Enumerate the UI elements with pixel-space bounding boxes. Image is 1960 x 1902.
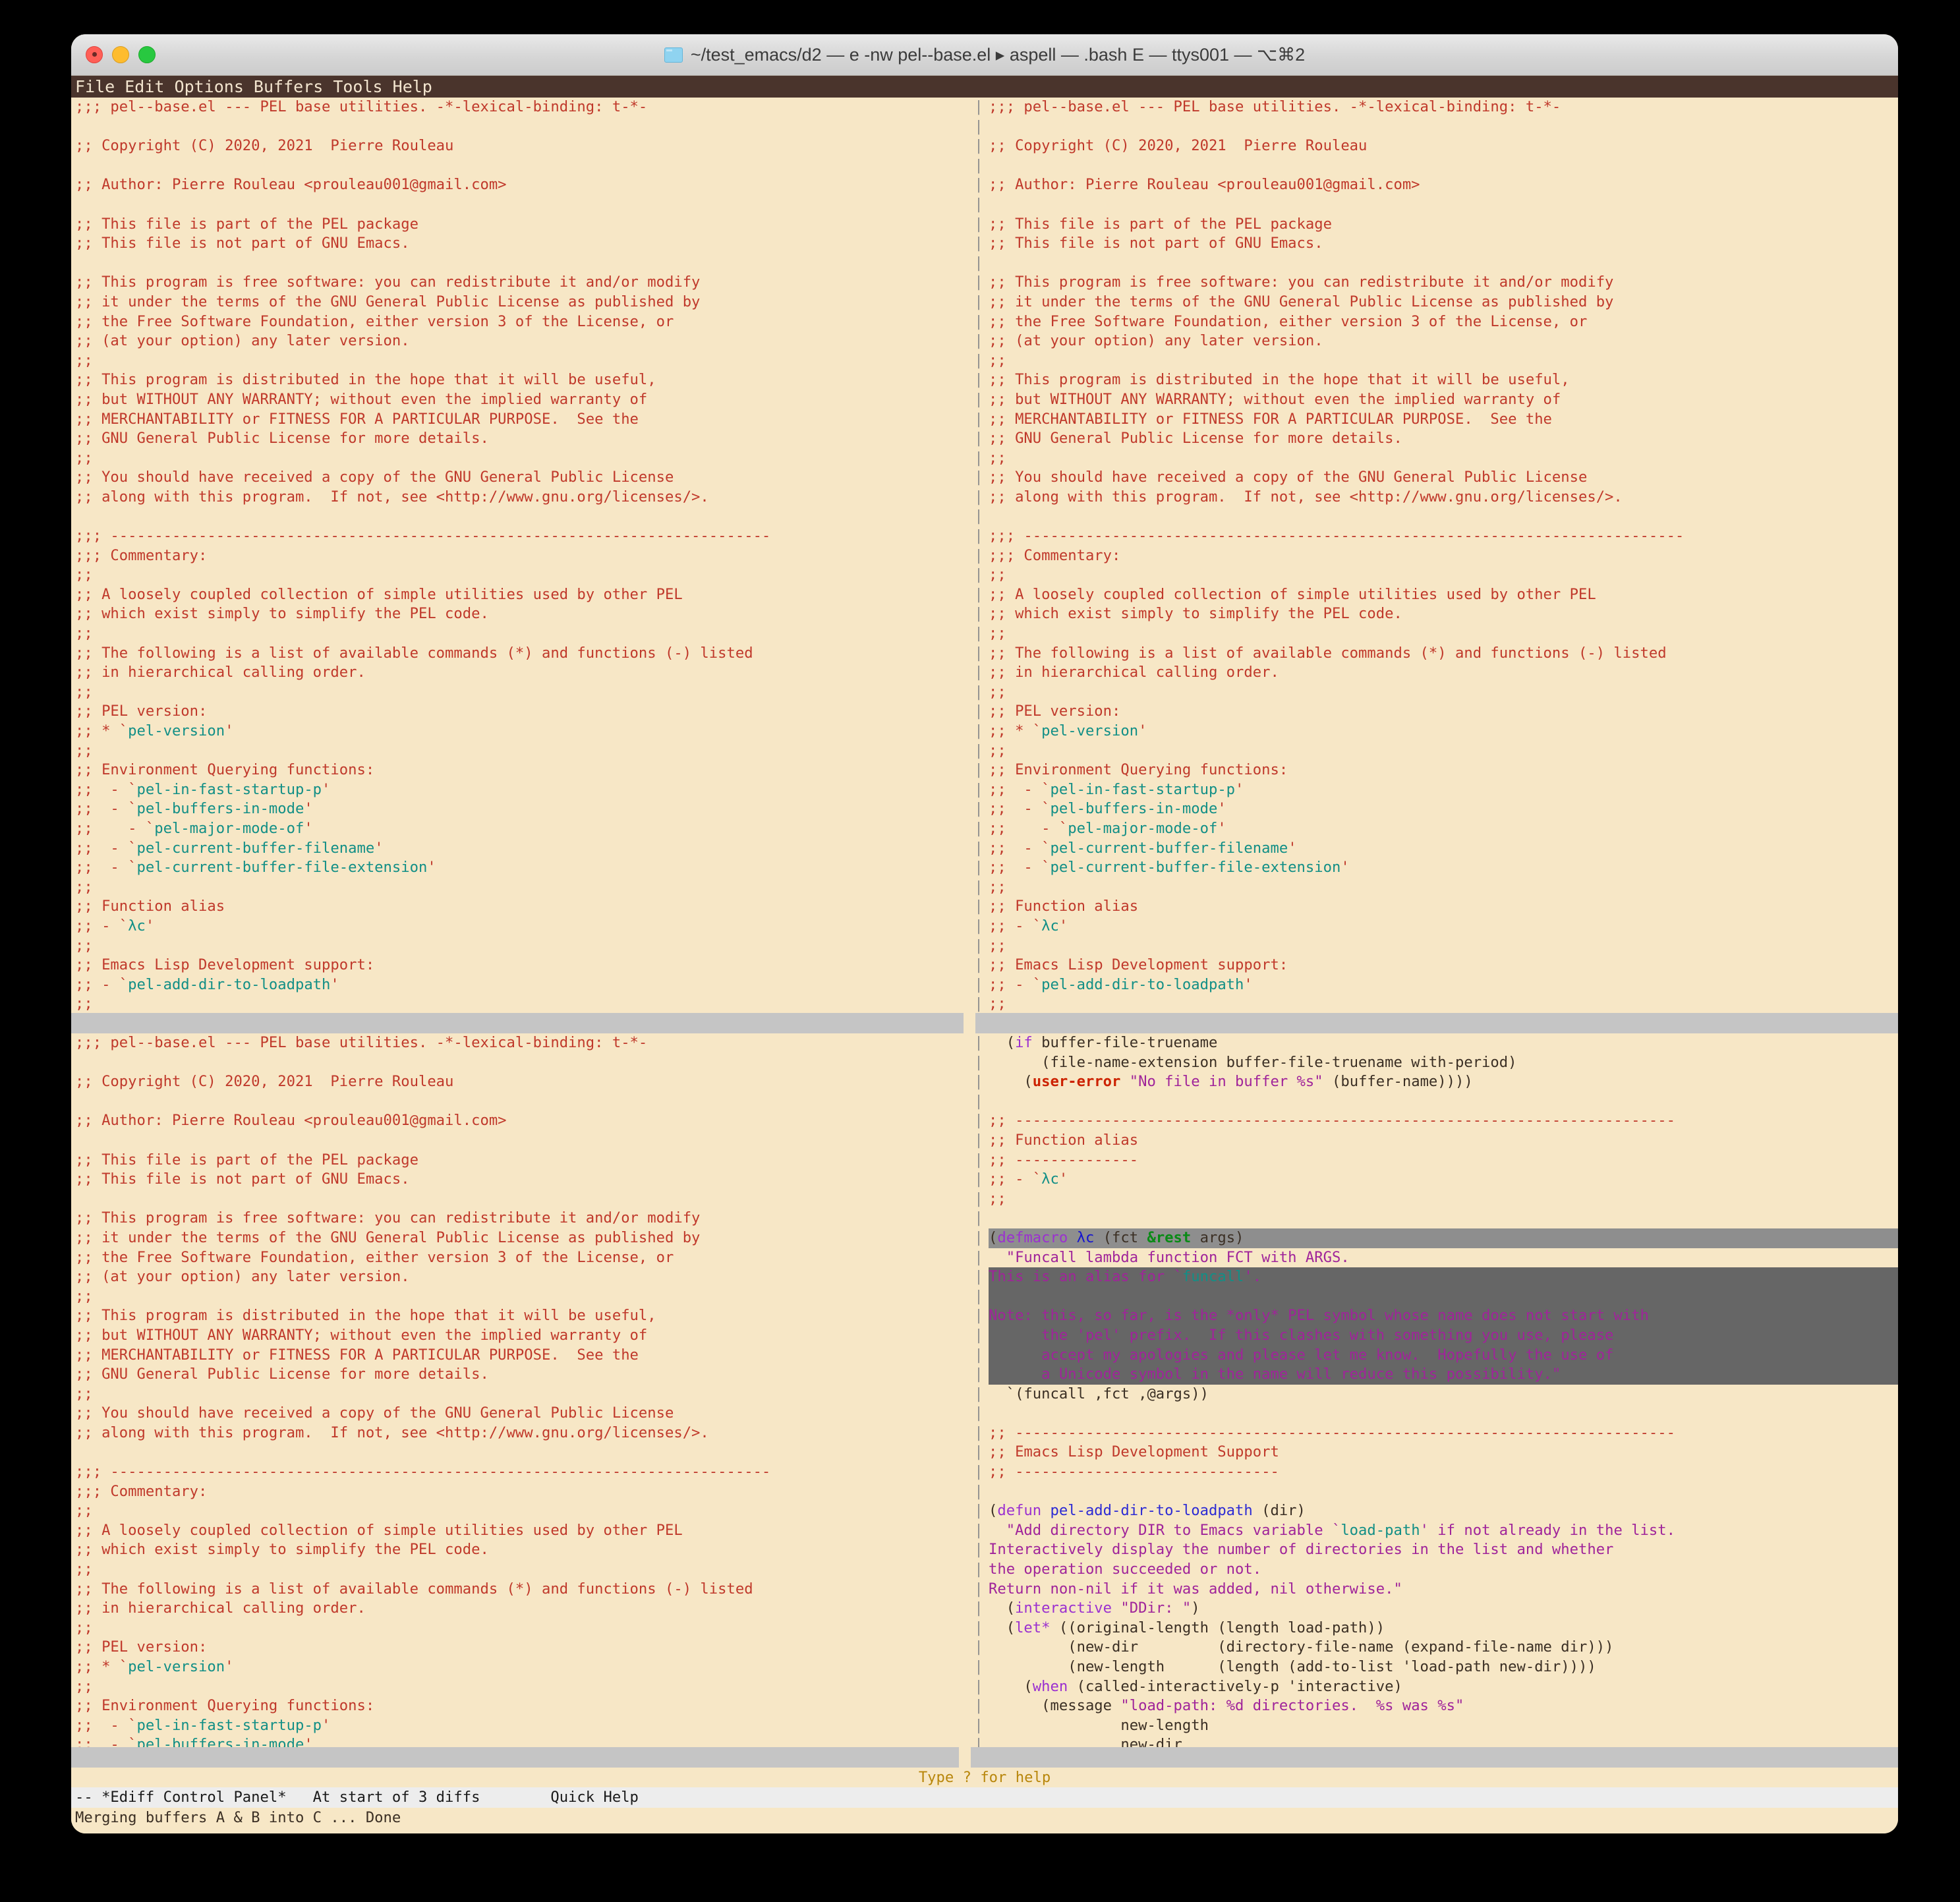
terminal-window: ~/test_emacs/d2 — e -nw pel--base.el ▸ a…: [71, 34, 1898, 1833]
close-button[interactable]: [86, 46, 103, 63]
modeline-b[interactable]: B: -UUU:%%--F1 pel--base.el|d3 Top (1,0)…: [975, 1013, 1898, 1033]
modeline-divider-ab: [963, 1013, 975, 1033]
vertical-window-divider-bottom[interactable]: | | | | | | | | | | | | | | | | | | | | …: [973, 1033, 985, 1747]
buffer-pane-ancestor[interactable]: (if buffer-file-truename (file-name-exte…: [985, 1033, 1898, 1747]
buffer-pane-c[interactable]: ;;; pel--base.el --- PEL base utilities.…: [71, 1033, 973, 1747]
echo-area-message: Merging buffers A & B into C ... Done: [71, 1808, 1898, 1833]
buffer-ancestor-content: (if buffer-file-truename (file-name-exte…: [985, 1033, 1898, 1747]
modeline-row-ab: A: -UUU:%%--F1 pel--base.el|d2 Top (1,0)…: [71, 1013, 1898, 1033]
maximize-button[interactable]: [138, 46, 156, 63]
modeline-divider-c-ancestor: [959, 1747, 971, 1768]
vertical-window-divider-top[interactable]: | | | | | | | | | | | | | | | | | | | | …: [973, 98, 985, 1013]
buffer-b-content: ;;; pel--base.el --- PEL base utilities.…: [989, 98, 1685, 1013]
window-title: ~/test_emacs/d2 — e -nw pel--base.el ▸ a…: [664, 45, 1305, 65]
window-title-bar: ~/test_emacs/d2 — e -nw pel--base.el ▸ a…: [71, 34, 1898, 76]
ediff-control-panel-modeline[interactable]: -- *Ediff Control Panel* At start of 3 d…: [71, 1787, 1898, 1808]
emacs-menu-bar[interactable]: File Edit Options Buffers Tools Help: [71, 76, 1898, 98]
buffer-c-content: ;;; pel--base.el --- PEL base utilities.…: [75, 1034, 771, 1747]
modeline-row-c-ancestor: C: -UUU:**--F1 *ediff-merge* Top (1,0) (…: [71, 1747, 1898, 1768]
buffer-a-content: ;;; pel--base.el --- PEL base utilities.…: [75, 98, 771, 1013]
ediff-help-line: Type ? for help: [71, 1768, 1898, 1787]
top-window-row: ;;; pel--base.el --- PEL base utilities.…: [71, 98, 1898, 1013]
modeline-c[interactable]: C: -UUU:**--F1 *ediff-merge* Top (1,0) (…: [71, 1747, 960, 1768]
folder-icon: [664, 47, 683, 63]
desktop-background: ~/test_emacs/d2 — e -nw pel--base.el ▸ a…: [0, 0, 1960, 1902]
window-controls: [86, 34, 156, 75]
buffer-pane-a[interactable]: ;;; pel--base.el --- PEL base utilities.…: [71, 98, 973, 1013]
menu-item-file-edit-options-buffers-tools-help[interactable]: File Edit Options Buffers Tools Help: [75, 76, 432, 98]
window-title-text: ~/test_emacs/d2 — e -nw pel--base.el ▸ a…: [690, 44, 1306, 65]
emacs-frame: ;;; pel--base.el --- PEL base utilities.…: [71, 98, 1898, 1833]
modeline-a[interactable]: A: -UUU:%%--F1 pel--base.el|d2 Top (1,0)…: [71, 1013, 964, 1033]
bottom-window-row: ;;; pel--base.el --- PEL base utilities.…: [71, 1033, 1898, 1747]
modeline-ancestor[interactable]: Ancestor: -UUU:%%--F1 pel--base.el|d1 13…: [971, 1747, 1898, 1768]
minimize-button[interactable]: [112, 46, 129, 63]
buffer-pane-b[interactable]: ;;; pel--base.el --- PEL base utilities.…: [985, 98, 1898, 1013]
